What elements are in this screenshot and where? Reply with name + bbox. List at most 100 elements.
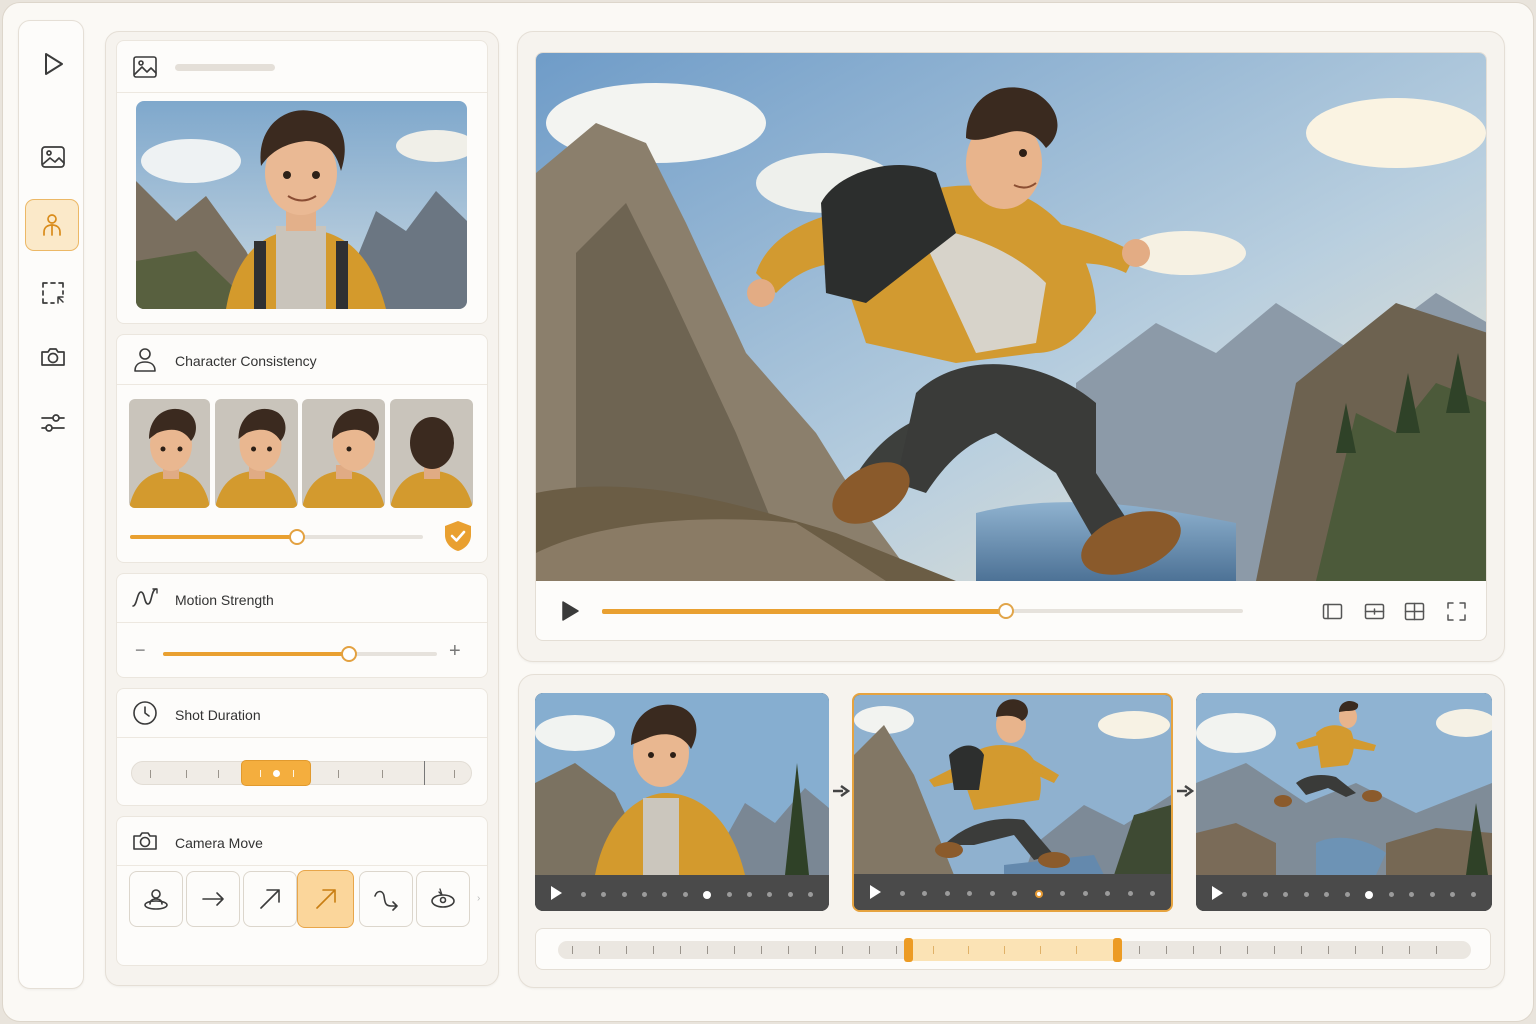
decrease-button[interactable]: − bbox=[135, 640, 146, 661]
frame-dot[interactable] bbox=[1105, 891, 1111, 896]
timeline-tick bbox=[1166, 946, 1167, 954]
scrubber-handle[interactable] bbox=[998, 603, 1014, 619]
person-icon bbox=[134, 348, 156, 372]
frame-dot[interactable] bbox=[1060, 891, 1066, 896]
layout-split-icon[interactable] bbox=[1364, 601, 1385, 622]
range-end-handle[interactable] bbox=[1113, 938, 1122, 962]
frame-dot[interactable] bbox=[1450, 892, 1456, 897]
image-icon[interactable] bbox=[35, 139, 71, 175]
range-center-dot bbox=[273, 770, 280, 777]
timeline-tick bbox=[1139, 946, 1140, 954]
shield-check-icon bbox=[445, 521, 471, 551]
frame-dot[interactable] bbox=[1283, 892, 1289, 897]
timeline-tick bbox=[653, 946, 654, 954]
arrow-right-icon bbox=[202, 892, 224, 906]
arrow-right-icon bbox=[1177, 784, 1194, 798]
character-view-front[interactable] bbox=[129, 399, 210, 508]
frame-dot[interactable] bbox=[1262, 892, 1268, 897]
layout-sidebar-icon[interactable] bbox=[1322, 601, 1343, 622]
timeline-tick bbox=[1301, 946, 1302, 954]
motion-strength-section: Motion Strength − + bbox=[116, 573, 488, 678]
image-icon bbox=[133, 56, 157, 78]
play-icon[interactable] bbox=[1210, 885, 1224, 901]
playhead-dot[interactable] bbox=[703, 890, 712, 899]
timeline-track[interactable] bbox=[558, 938, 1471, 962]
frame-dot[interactable] bbox=[807, 892, 813, 897]
frame-dot[interactable] bbox=[642, 892, 648, 897]
frame-dot[interactable] bbox=[1082, 891, 1088, 896]
sliders-icon[interactable] bbox=[35, 405, 71, 441]
camera-option-orbit[interactable] bbox=[416, 871, 470, 927]
play-icon[interactable] bbox=[35, 46, 71, 82]
frame-dot[interactable] bbox=[682, 892, 688, 897]
play-button[interactable] bbox=[560, 601, 580, 621]
camera-option-pan-right[interactable] bbox=[186, 871, 240, 927]
frame-dot[interactable] bbox=[581, 892, 586, 897]
timeline-tick bbox=[1409, 946, 1410, 954]
selection-icon[interactable] bbox=[35, 275, 71, 311]
playback-scrubber[interactable] bbox=[602, 603, 1243, 619]
frame-dot[interactable] bbox=[662, 892, 668, 897]
fullscreen-icon[interactable] bbox=[1446, 601, 1467, 622]
frame-dot[interactable] bbox=[1344, 892, 1350, 897]
character-icon[interactable] bbox=[25, 199, 79, 251]
frame-dot[interactable] bbox=[726, 892, 732, 897]
slider-handle[interactable] bbox=[289, 529, 305, 545]
play-icon[interactable] bbox=[549, 885, 563, 901]
camera-icon[interactable] bbox=[35, 339, 71, 375]
play-icon[interactable] bbox=[868, 884, 882, 900]
preview-frame[interactable] bbox=[536, 53, 1486, 581]
shot-card-1[interactable] bbox=[535, 693, 829, 911]
frame-dot[interactable] bbox=[922, 891, 928, 896]
frame-dot[interactable] bbox=[746, 892, 752, 897]
camera-option-orbit-person[interactable] bbox=[129, 871, 183, 927]
duration-track[interactable] bbox=[131, 760, 472, 786]
frame-dot[interactable] bbox=[944, 891, 950, 896]
frame-dot[interactable] bbox=[967, 891, 973, 896]
shot-scrub-bar[interactable] bbox=[1196, 875, 1492, 911]
camera-option-curve[interactable] bbox=[359, 871, 413, 927]
motion-strength-slider[interactable] bbox=[163, 646, 437, 662]
frame-dot[interactable] bbox=[1242, 892, 1247, 897]
frame-dot[interactable] bbox=[1429, 892, 1435, 897]
shot-card-2-selected[interactable] bbox=[852, 693, 1173, 912]
scroll-more-icon[interactable]: › bbox=[477, 893, 480, 904]
range-start-handle[interactable] bbox=[904, 938, 913, 962]
consistency-slider[interactable] bbox=[130, 529, 423, 545]
frame-dot[interactable] bbox=[1012, 891, 1018, 896]
camera-icon bbox=[133, 832, 157, 850]
camera-option-diagonal-selected[interactable] bbox=[297, 870, 354, 928]
frame-dot[interactable] bbox=[1324, 892, 1330, 897]
playhead-dot[interactable] bbox=[1365, 890, 1374, 899]
frame-dot[interactable] bbox=[1149, 891, 1155, 896]
frame-dot[interactable] bbox=[989, 891, 995, 896]
frame-dot[interactable] bbox=[1127, 891, 1133, 896]
character-view-three-quarter[interactable] bbox=[215, 399, 298, 508]
camera-option-crane-up[interactable] bbox=[243, 871, 297, 927]
playhead-dot[interactable] bbox=[1034, 889, 1043, 898]
timeline-tick bbox=[734, 946, 735, 954]
frame-dot[interactable] bbox=[621, 892, 627, 897]
timeline-tick bbox=[1436, 946, 1437, 954]
frame-dot[interactable] bbox=[1303, 892, 1309, 897]
shot-scrub-bar[interactable] bbox=[535, 875, 829, 911]
clock-icon bbox=[133, 701, 157, 725]
frame-dot[interactable] bbox=[601, 892, 607, 897]
frame-dot[interactable] bbox=[1388, 892, 1394, 897]
reference-image[interactable] bbox=[136, 101, 467, 309]
character-view-back[interactable] bbox=[390, 399, 473, 508]
frame-dot[interactable] bbox=[1409, 892, 1415, 897]
section-title: Shot Duration bbox=[175, 707, 261, 723]
shot-card-3[interactable] bbox=[1196, 693, 1492, 911]
duration-range-handle[interactable] bbox=[241, 760, 311, 786]
shot-scrub-bar[interactable] bbox=[854, 874, 1171, 910]
frame-dot[interactable] bbox=[1470, 892, 1476, 897]
increase-button[interactable]: + bbox=[449, 640, 461, 663]
frame-dot[interactable] bbox=[787, 892, 793, 897]
slider-handle[interactable] bbox=[341, 646, 357, 662]
frame-dot[interactable] bbox=[767, 892, 773, 897]
timeline-selected-range[interactable] bbox=[907, 939, 1119, 961]
frame-dot[interactable] bbox=[900, 891, 905, 896]
character-view-profile[interactable] bbox=[302, 399, 385, 508]
layout-grid-icon[interactable] bbox=[1404, 601, 1425, 622]
